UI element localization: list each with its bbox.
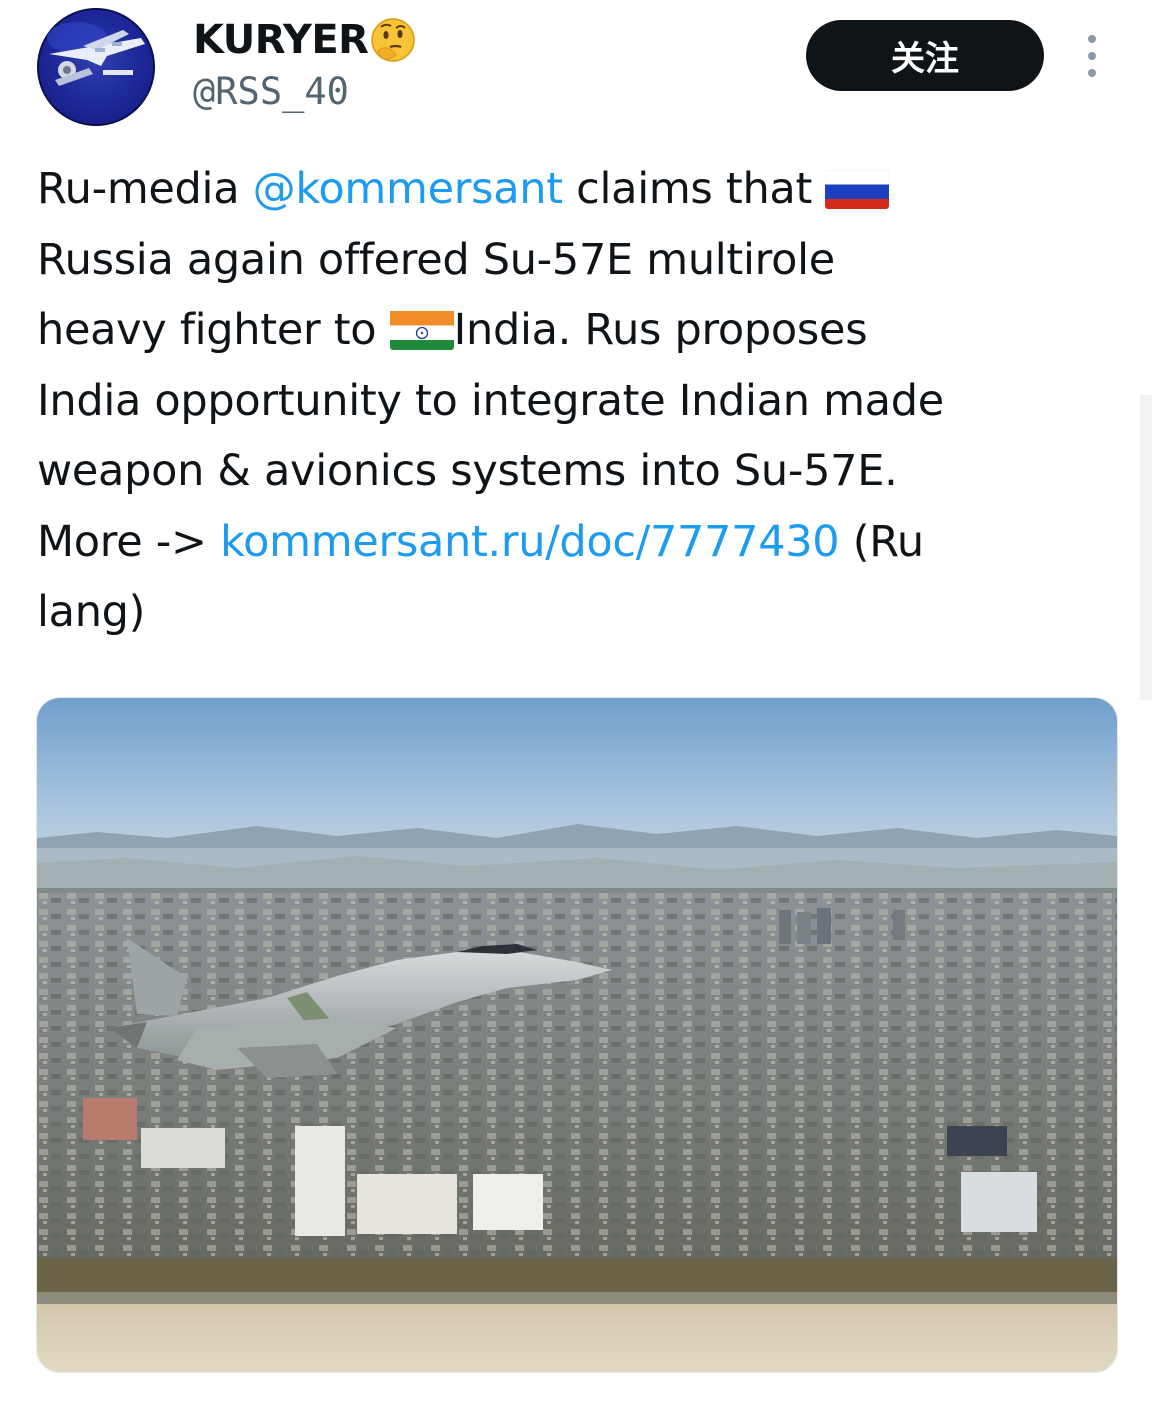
tweet-text-segment: weapon & avionics systems into Su-57E. bbox=[37, 446, 898, 496]
tweet-text-segment: Russia again offered Su-57E multirole bbox=[37, 234, 835, 285]
thinking-face-icon bbox=[370, 17, 416, 63]
tweet-text-segment: (Ru bbox=[839, 516, 924, 567]
more-dot bbox=[1088, 52, 1096, 60]
article-link[interactable]: kommersant.ru/doc/7777430 bbox=[220, 517, 840, 567]
tweet-line: lang) bbox=[37, 577, 1117, 648]
tweet-line: More -> kommersant.ru/doc/7777430 (Ru bbox=[37, 507, 1117, 578]
tweet-text-segment: India. Rus proposes bbox=[453, 305, 868, 355]
aircraft-avatar-icon bbox=[37, 8, 155, 126]
mention-link[interactable]: @kommersant bbox=[253, 164, 563, 214]
more-options-icon[interactable] bbox=[1082, 35, 1102, 77]
tweet-text-segment: lang) bbox=[37, 587, 146, 637]
author-display-name[interactable]: KURYER bbox=[193, 17, 369, 63]
tweet-line: weapon & avionics systems into Su-57E. bbox=[37, 436, 1117, 507]
author-handle[interactable]: @RSS_40 bbox=[193, 70, 349, 113]
follow-button[interactable]: 关注 bbox=[806, 20, 1044, 91]
russia-flag-icon bbox=[825, 165, 890, 209]
tweet-text-segment: More -> bbox=[37, 516, 221, 567]
more-dot bbox=[1088, 69, 1096, 77]
tweet-text-segment: claims that bbox=[562, 164, 826, 214]
tweet-text-segment: Ru-media bbox=[37, 164, 253, 214]
tweet-line: heavy fighter to India. Rus proposes bbox=[37, 295, 1117, 366]
scrollbar[interactable] bbox=[1140, 395, 1152, 700]
tweet-line: Ru-media @kommersant claims that bbox=[37, 154, 1117, 225]
more-dot bbox=[1088, 35, 1096, 43]
india-flag-icon bbox=[389, 306, 454, 350]
tweet-text: Ru-media @kommersant claims that Russia … bbox=[37, 154, 1117, 648]
author-name-row[interactable]: KURYER bbox=[193, 14, 416, 66]
tweet-text-segment: heavy fighter to bbox=[37, 305, 390, 355]
tweet-line: Russia again offered Su-57E multirole bbox=[37, 225, 1117, 296]
avatar[interactable] bbox=[37, 8, 155, 126]
tweet-text-segment: India opportunity to integrate Indian ma… bbox=[37, 375, 944, 426]
tweet-line: India opportunity to integrate Indian ma… bbox=[37, 366, 1117, 437]
tweet-media-image[interactable] bbox=[36, 697, 1118, 1373]
